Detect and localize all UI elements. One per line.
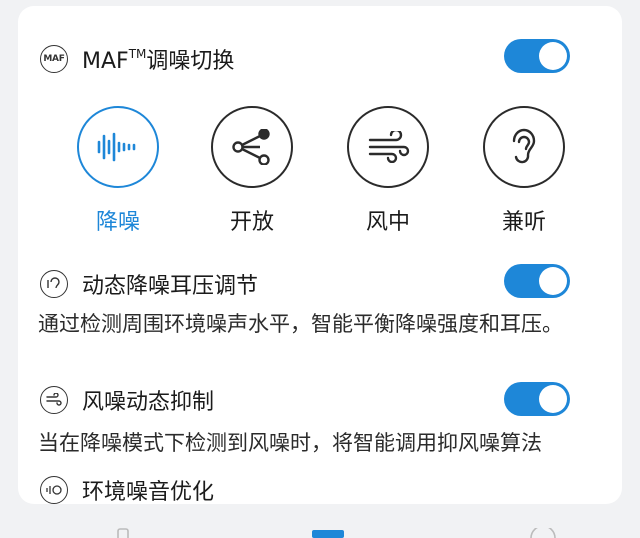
noise-cancel-waveform-icon bbox=[77, 106, 159, 188]
ear-icon bbox=[483, 106, 565, 188]
mode-noise-cancel[interactable]: 降噪 bbox=[68, 106, 168, 236]
toggle-knob bbox=[539, 42, 567, 70]
setting-title: 环境噪音优化 bbox=[82, 480, 215, 505]
wind-suppress-icon bbox=[40, 386, 68, 414]
setting-row-wind-suppress: 风噪动态抑制 bbox=[40, 384, 214, 416]
setting-description: 通过检测周围环境噪声水平，智能平衡降噪强度和耳压。 bbox=[38, 312, 563, 336]
wind-suppress-toggle[interactable] bbox=[504, 382, 570, 416]
mode-awareness[interactable]: 兼听 bbox=[474, 106, 574, 236]
mode-label: 风中 bbox=[365, 210, 410, 235]
nav-home-icon[interactable] bbox=[308, 528, 348, 538]
setting-description: 当在降噪模式下检测到风噪时，将智能调用抑风噪算法 bbox=[38, 431, 542, 455]
setting-title: 风噪动态抑制 bbox=[82, 390, 215, 415]
mode-open[interactable]: 开放 bbox=[202, 106, 302, 236]
wind-icon bbox=[347, 106, 429, 188]
bottom-navigation bbox=[0, 506, 640, 538]
setting-row-ear-pressure: 动态降噪耳压调节 bbox=[40, 268, 258, 300]
ear-pressure-icon bbox=[40, 270, 68, 298]
setting-row-ambient-noise[interactable]: 环境噪音优化 bbox=[40, 474, 214, 506]
noise-settings-card: MAF MAFTM调噪切换 降噪 开放 风中 兼听 动态降噪耳压调节 通过检测周… bbox=[18, 6, 622, 506]
ambient-noise-icon bbox=[40, 476, 68, 504]
maf-icon: MAF bbox=[40, 45, 68, 73]
maf-row: MAF MAFTM调噪切换 bbox=[40, 43, 234, 75]
noise-mode-selector: 降噪 开放 风中 兼听 bbox=[18, 106, 622, 236]
mode-label: 开放 bbox=[229, 210, 274, 235]
mode-label: 降噪 bbox=[95, 210, 140, 235]
toggle-knob bbox=[539, 267, 567, 295]
maf-title: MAFTM调噪切换 bbox=[82, 46, 235, 74]
mode-wind[interactable]: 风中 bbox=[338, 106, 438, 236]
mode-label: 兼听 bbox=[501, 210, 546, 235]
maf-toggle[interactable] bbox=[504, 39, 570, 73]
nav-profile-icon[interactable] bbox=[528, 528, 558, 538]
share-nodes-icon bbox=[211, 106, 293, 188]
setting-title: 动态降噪耳压调节 bbox=[82, 274, 259, 299]
nav-earbuds-icon[interactable] bbox=[112, 528, 134, 538]
toggle-knob bbox=[539, 385, 567, 413]
ear-pressure-toggle[interactable] bbox=[504, 264, 570, 298]
